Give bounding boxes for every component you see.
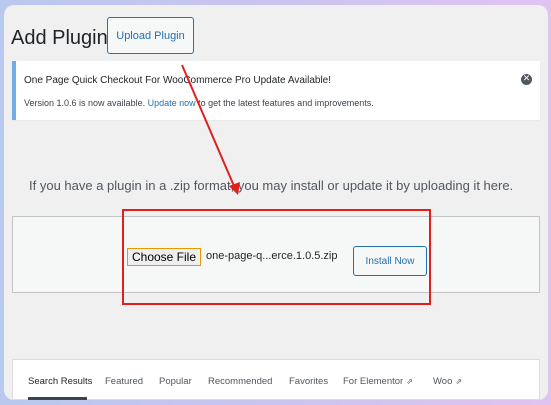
notice-text-after: to get the latest features and improveme…	[195, 98, 374, 108]
close-circle-icon[interactable]: ✕	[521, 74, 532, 85]
tab-woo-label: Woo	[433, 376, 453, 387]
choose-file-button[interactable]: Choose File	[127, 248, 201, 266]
plugin-filter-tabs: Search Results Featured Popular Recommen…	[12, 359, 540, 400]
tab-favorites[interactable]: Favorites	[289, 376, 328, 387]
tab-recommended[interactable]: Recommended	[208, 376, 272, 387]
screenshot-frame: Add Plugins Upload Plugin One Page Quick…	[4, 5, 548, 400]
tab-for-elementor-label: For Elementor	[343, 376, 404, 387]
tab-search-results[interactable]: Search Results	[28, 376, 92, 387]
tab-popular[interactable]: Popular	[159, 376, 192, 387]
active-tab-indicator	[28, 397, 87, 400]
update-notice: One Page Quick Checkout For WooCommerce …	[12, 61, 540, 120]
install-now-button[interactable]: Install Now	[353, 246, 427, 276]
notice-text-before: Version 1.0.6 is now available.	[24, 98, 148, 108]
upload-plugin-button[interactable]: Upload Plugin	[107, 17, 194, 54]
external-link-icon: ⇗	[406, 377, 413, 386]
notice-text: Version 1.0.6 is now available. Update n…	[24, 98, 374, 108]
selected-filename: one-page-q...erce.1.0.5.zip	[206, 250, 338, 262]
upload-instruction: If you have a plugin in a .zip format, y…	[29, 178, 514, 193]
page-title: Add Plugins	[11, 27, 118, 49]
update-now-link[interactable]: Update now	[148, 98, 196, 108]
notice-title: One Page Quick Checkout For WooCommerce …	[24, 75, 332, 86]
tab-for-elementor[interactable]: For Elementor ⇗	[343, 376, 413, 387]
tab-featured[interactable]: Featured	[105, 376, 143, 387]
tab-woo[interactable]: Woo ⇗	[433, 376, 462, 387]
external-link-icon: ⇗	[455, 377, 463, 386]
